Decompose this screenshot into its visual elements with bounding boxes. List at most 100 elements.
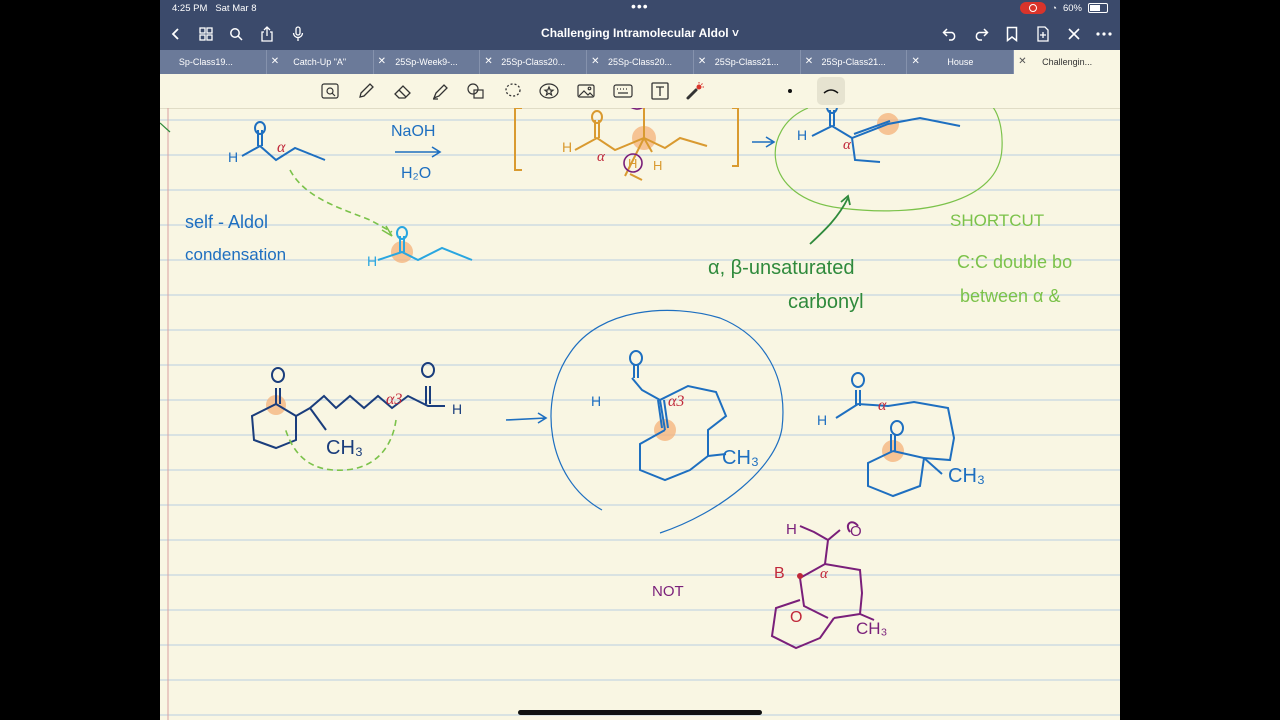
- redo-icon[interactable]: [971, 24, 991, 44]
- laser-pointer-icon[interactable]: [684, 81, 706, 101]
- shapes-icon[interactable]: [465, 81, 487, 101]
- more-icon[interactable]: [1094, 24, 1114, 44]
- navigation-bar: Challenging Intramolecular Aldol ˅: [160, 18, 1120, 50]
- multitask-dots-icon[interactable]: •••: [631, 0, 649, 14]
- sticker-icon[interactable]: [538, 81, 560, 101]
- wifi-icon: ◔: [1051, 3, 1057, 13]
- h-label: H: [228, 149, 238, 165]
- tab-label: Sp-Class19...: [178, 57, 233, 67]
- green-arrow: [809, 197, 849, 245]
- bookmark-icon[interactable]: [1002, 24, 1022, 44]
- highlight-marks: [266, 113, 904, 462]
- red-dot: [797, 573, 803, 579]
- tab-document[interactable]: ✕ Catch-Up "A": [267, 50, 374, 74]
- tab-document[interactable]: ✕ 25Sp-Class21...: [694, 50, 801, 74]
- tab-label: Challengin...: [1042, 57, 1093, 67]
- eraser-icon[interactable]: [392, 81, 414, 101]
- tab-document-active[interactable]: ✕ Challengin...: [1014, 50, 1120, 74]
- tab-close-icon[interactable]: ✕: [271, 50, 279, 74]
- alpha-beta-label: α, β-unsaturated: [708, 257, 854, 279]
- tab-close-icon[interactable]: ✕: [1018, 50, 1026, 74]
- screen-record-icon[interactable]: [1019, 2, 1046, 14]
- ch3-label: CH₃: [856, 619, 887, 638]
- alpha3-label: α3: [668, 393, 684, 410]
- o-label: O: [850, 523, 862, 540]
- h-label: H: [653, 158, 662, 173]
- tab-close-icon[interactable]: ✕: [591, 50, 599, 74]
- image-icon[interactable]: [575, 81, 597, 101]
- alpha-label: α: [597, 149, 606, 165]
- stroke-style-icon[interactable]: [817, 77, 845, 105]
- reaction-arrow: [505, 412, 548, 424]
- home-indicator[interactable]: [518, 710, 762, 715]
- pen-icon[interactable]: [355, 81, 377, 101]
- shortcut-note-1: C:C double bo: [957, 252, 1072, 272]
- close-icon[interactable]: [1064, 24, 1084, 44]
- battery-text: 60%: [1062, 2, 1082, 14]
- reagent-h2o: H₂O: [401, 165, 431, 182]
- condensation-label: condensation: [185, 245, 286, 264]
- tab-close-icon[interactable]: ✕: [698, 50, 706, 74]
- tab-document[interactable]: ✕ 25Sp-Week9-...: [374, 50, 481, 74]
- tab-close-icon[interactable]: ✕: [911, 50, 919, 74]
- bicyclic-product: [629, 350, 728, 482]
- tab-document[interactable]: ✕ 25Sp-Class21...: [801, 50, 908, 74]
- alpha-label: α: [820, 566, 829, 582]
- status-right: ◔ 60%: [1019, 2, 1108, 14]
- dashed-arrow: [289, 169, 393, 233]
- tab-document[interactable]: ✕ 25Sp-Class20...: [480, 50, 588, 74]
- tab-close-icon[interactable]: ✕: [484, 50, 492, 74]
- shortcut-note-2: between α &: [960, 286, 1060, 306]
- tab-label: 25Sp-Class21...: [714, 57, 779, 67]
- keyboard-icon[interactable]: [612, 81, 634, 101]
- note-canvas[interactable]: H α NaOH H₂O H α H H H α self - Aldol co…: [160, 108, 1120, 720]
- beta-label: B: [774, 565, 785, 582]
- tab-document[interactable]: Sp-Class19...: [160, 50, 267, 74]
- tab-close-icon[interactable]: ✕: [378, 50, 386, 74]
- pen-size-dot-icon[interactable]: [779, 81, 801, 101]
- h-label: H: [591, 393, 601, 409]
- text-box-icon[interactable]: [649, 81, 671, 101]
- alpha-label: α: [277, 139, 286, 156]
- tab-document[interactable]: ✕ House: [907, 50, 1015, 74]
- h-label: H: [562, 139, 572, 155]
- h-label: H: [786, 521, 797, 538]
- tab-document[interactable]: ✕ 25Sp-Class20...: [587, 50, 694, 74]
- tab-label: House: [947, 57, 974, 67]
- undo-icon[interactable]: [940, 24, 960, 44]
- tab-label: 25Sp-Class20...: [501, 57, 566, 67]
- alpha3-label: α3: [386, 391, 402, 408]
- status-bar: 4:25 PM Sat Mar 8 ••• ◔ 60%: [160, 0, 1120, 18]
- shortcut-label: SHORTCUT: [950, 211, 1044, 230]
- h-label: H: [797, 127, 807, 143]
- ch3-label: CH₃: [948, 465, 985, 487]
- add-page-icon[interactable]: [1033, 24, 1053, 44]
- ruled-lines: [160, 119, 1120, 716]
- date-text: Sat Mar 8: [215, 3, 257, 14]
- h-label: H: [628, 156, 637, 171]
- o-label: O: [790, 609, 802, 626]
- reagent-naoh: NaOH: [391, 123, 435, 140]
- tab-label: 25Sp-Class21...: [821, 57, 886, 67]
- drawing-toolbar: [160, 74, 1120, 109]
- h-label: H: [817, 412, 827, 428]
- reaction-arrow: [752, 136, 776, 148]
- ipad-screen: 4:25 PM Sat Mar 8 ••• ◔ 60% Challenging …: [160, 0, 1120, 720]
- carbonyl-label: carbonyl: [788, 291, 864, 313]
- alpha-label: α: [878, 397, 887, 414]
- ch3-label: CH₃: [326, 437, 363, 459]
- document-tab-bar: Sp-Class19... ✕ Catch-Up "A" ✕ 25Sp-Week9-…: [160, 50, 1120, 74]
- tab-label: 25Sp-Class20...: [607, 57, 673, 67]
- time-text: 4:25 PM: [172, 3, 208, 14]
- self-aldol-label: self - Aldol: [185, 212, 268, 232]
- not-label: NOT: [652, 583, 684, 600]
- highlighter-icon[interactable]: [429, 81, 451, 101]
- butanal-copy: [377, 226, 473, 262]
- lasso-icon[interactable]: [502, 81, 524, 101]
- tab-close-icon[interactable]: ✕: [805, 50, 813, 74]
- h-label: H: [452, 401, 462, 417]
- ch3-label: CH₃: [722, 447, 759, 469]
- status-time: 4:25 PM Sat Mar 8: [172, 3, 257, 14]
- battery-icon: [1088, 3, 1108, 13]
- zoom-window-icon[interactable]: [319, 81, 341, 101]
